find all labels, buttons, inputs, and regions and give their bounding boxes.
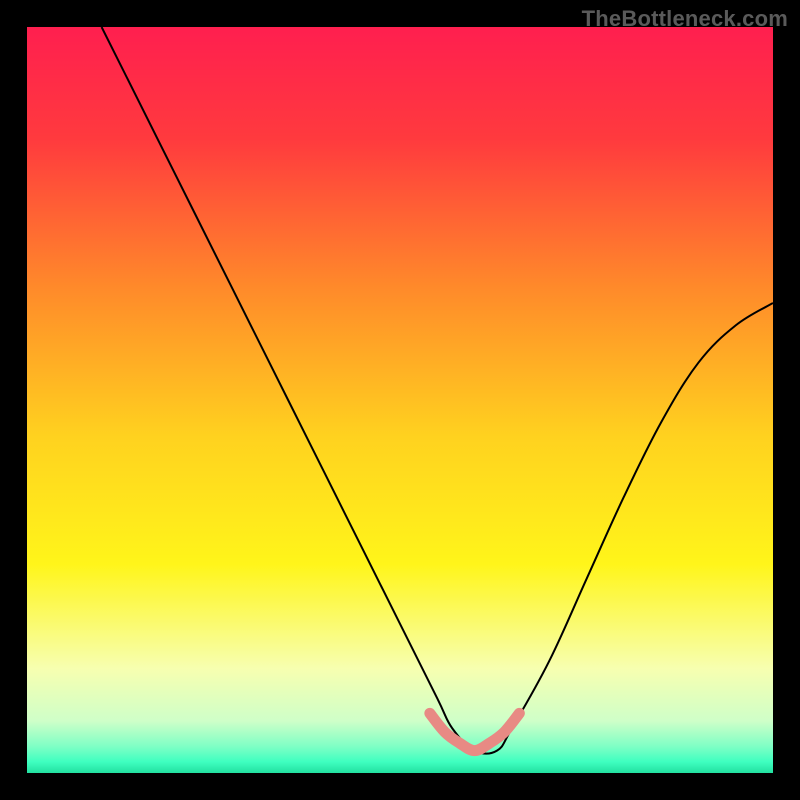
plot-area bbox=[27, 27, 773, 773]
optimal-range-highlight bbox=[27, 27, 773, 773]
chart-frame: TheBottleneck.com bbox=[0, 0, 800, 800]
watermark-text: TheBottleneck.com bbox=[582, 6, 788, 32]
